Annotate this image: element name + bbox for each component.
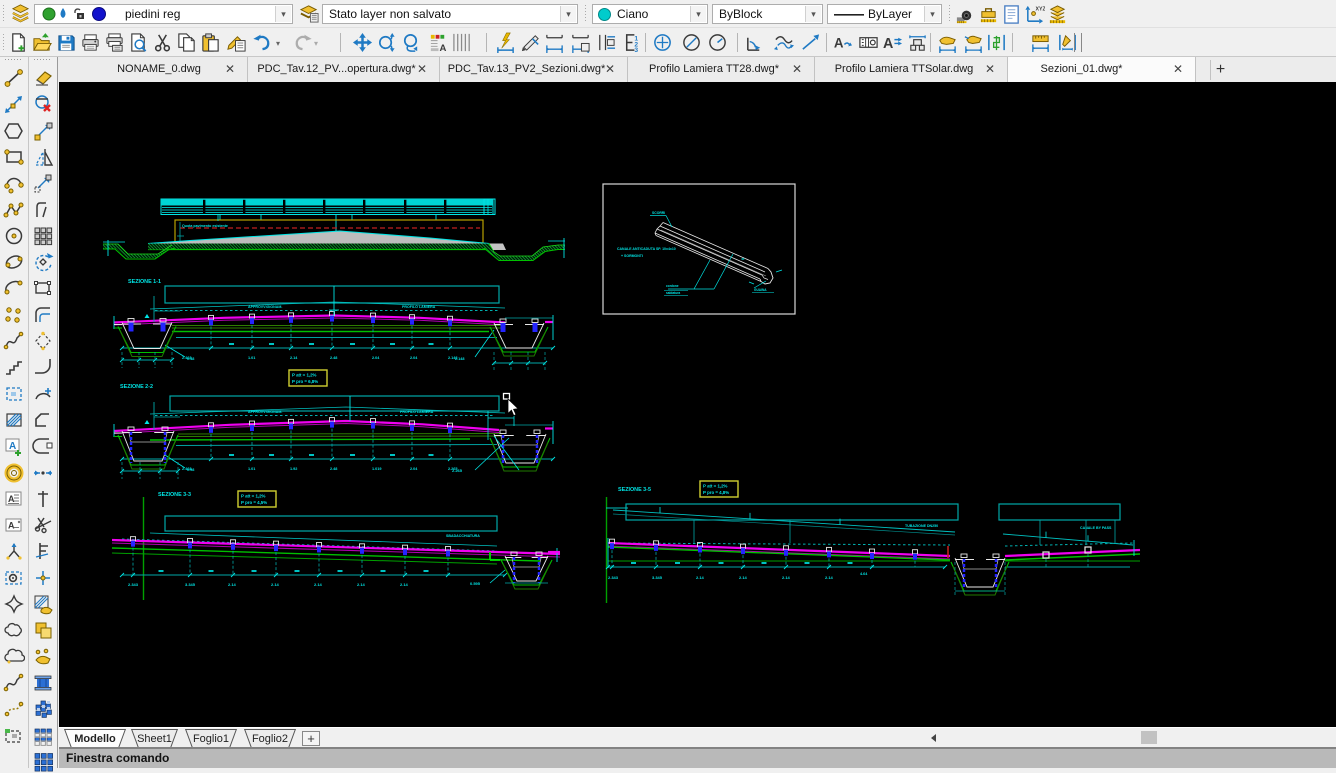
svg-text:SEZIONE 3-5: SEZIONE 3-5 — [618, 487, 651, 493]
svg-text:P att = 1,2%: P att = 1,2% — [703, 484, 728, 489]
svg-text:0.48: 0.48 — [187, 357, 194, 361]
svg-text:1.01: 1.01 — [248, 467, 255, 471]
svg-text:2.343: 2.343 — [608, 575, 619, 580]
svg-text:2.14: 2.14 — [739, 575, 748, 580]
svg-text:P pro = 4,8%: P pro = 4,8% — [703, 490, 729, 495]
svg-text:45: 45 — [741, 257, 745, 261]
svg-text:1.019: 1.019 — [372, 467, 382, 471]
svg-text:SEZIONE 1-1: SEZIONE 1-1 — [128, 279, 161, 285]
svg-text:2.14: 2.14 — [696, 575, 705, 580]
svg-text:2.14: 2.14 — [782, 575, 791, 580]
svg-text:2.265: 2.265 — [452, 468, 463, 473]
svg-text:2.343: 2.343 — [128, 582, 139, 587]
svg-text:2.48: 2.48 — [330, 467, 337, 471]
svg-text:4.64: 4.64 — [860, 572, 868, 576]
svg-text:CANALE BY PASS: CANALE BY PASS — [1080, 526, 1112, 530]
svg-text:2.04: 2.04 — [410, 356, 418, 360]
svg-text:3: 3 — [634, 47, 638, 53]
svg-text:2.14: 2.14 — [290, 356, 298, 360]
svg-text:2.14: 2.14 — [228, 582, 237, 587]
svg-text:2.14: 2.14 — [314, 582, 323, 587]
svg-text:A: A — [883, 36, 893, 52]
svg-text:2.14: 2.14 — [271, 582, 280, 587]
svg-text:A: A — [8, 494, 15, 504]
svg-text:PROFILO LAMIERA: PROFILO LAMIERA — [402, 305, 436, 309]
svg-text:XYZ: XYZ — [1035, 7, 1045, 13]
svg-text:SEZIONE 3-3: SEZIONE 3-3 — [158, 492, 191, 498]
svg-text:SBADACCHIATURA: SBADACCHIATURA — [446, 534, 480, 538]
svg-text:PROFILO LAMIERA: PROFILO LAMIERA — [400, 410, 434, 414]
svg-text:3.345: 3.345 — [185, 582, 196, 587]
svg-text:2.14: 2.14 — [825, 575, 834, 580]
svg-text:1.92: 1.92 — [290, 467, 297, 471]
svg-text:P pro = 6,8%: P pro = 6,8% — [292, 379, 318, 384]
svg-text:3.345: 3.345 — [652, 575, 663, 580]
svg-text:+ SORMONTI: + SORMONTI — [621, 254, 643, 258]
svg-text:saldatura: saldatura — [666, 291, 680, 295]
svg-text:Quota pavimento esistente: Quota pavimento esistente — [182, 224, 228, 228]
svg-text:2.148: 2.148 — [455, 357, 465, 361]
svg-text:2.14: 2.14 — [400, 582, 409, 587]
svg-text:2.48: 2.48 — [330, 356, 337, 360]
svg-text:0.595: 0.595 — [470, 581, 481, 586]
svg-text:A: A — [9, 441, 16, 452]
svg-text:2.04: 2.04 — [410, 467, 418, 471]
svg-text:2.04: 2.04 — [372, 356, 380, 360]
svg-text:GUAINA: GUAINA — [754, 288, 767, 292]
svg-text:TUBAZIONE DN250: TUBAZIONE DN250 — [905, 524, 938, 528]
svg-text:P att = 1,2%: P att = 1,2% — [292, 373, 317, 378]
svg-text:1.01: 1.01 — [248, 356, 255, 360]
svg-text:P pro = 4,5%: P pro = 4,5% — [241, 500, 267, 505]
svg-text:A: A — [834, 35, 844, 50]
svg-text:SEZIONE 2-2: SEZIONE 2-2 — [120, 384, 153, 390]
svg-text:A: A — [8, 521, 15, 531]
svg-text:0.98: 0.98 — [187, 468, 194, 472]
svg-text:CANALE ANTICADUTA SP. 10x4x10: CANALE ANTICADUTA SP. 10x4x10 — [617, 247, 676, 251]
svg-text:2.14: 2.14 — [357, 582, 366, 587]
svg-text:APPROVVIGIONAM.: APPROVVIGIONAM. — [248, 305, 282, 309]
svg-text:SCORRI: SCORRI — [652, 211, 665, 215]
svg-text:P att = 1,2%: P att = 1,2% — [241, 494, 266, 499]
svg-text:cordone: cordone — [666, 284, 679, 288]
svg-text:APPROVVIGIONAM.: APPROVVIGIONAM. — [248, 410, 282, 414]
svg-text:A: A — [439, 43, 446, 53]
